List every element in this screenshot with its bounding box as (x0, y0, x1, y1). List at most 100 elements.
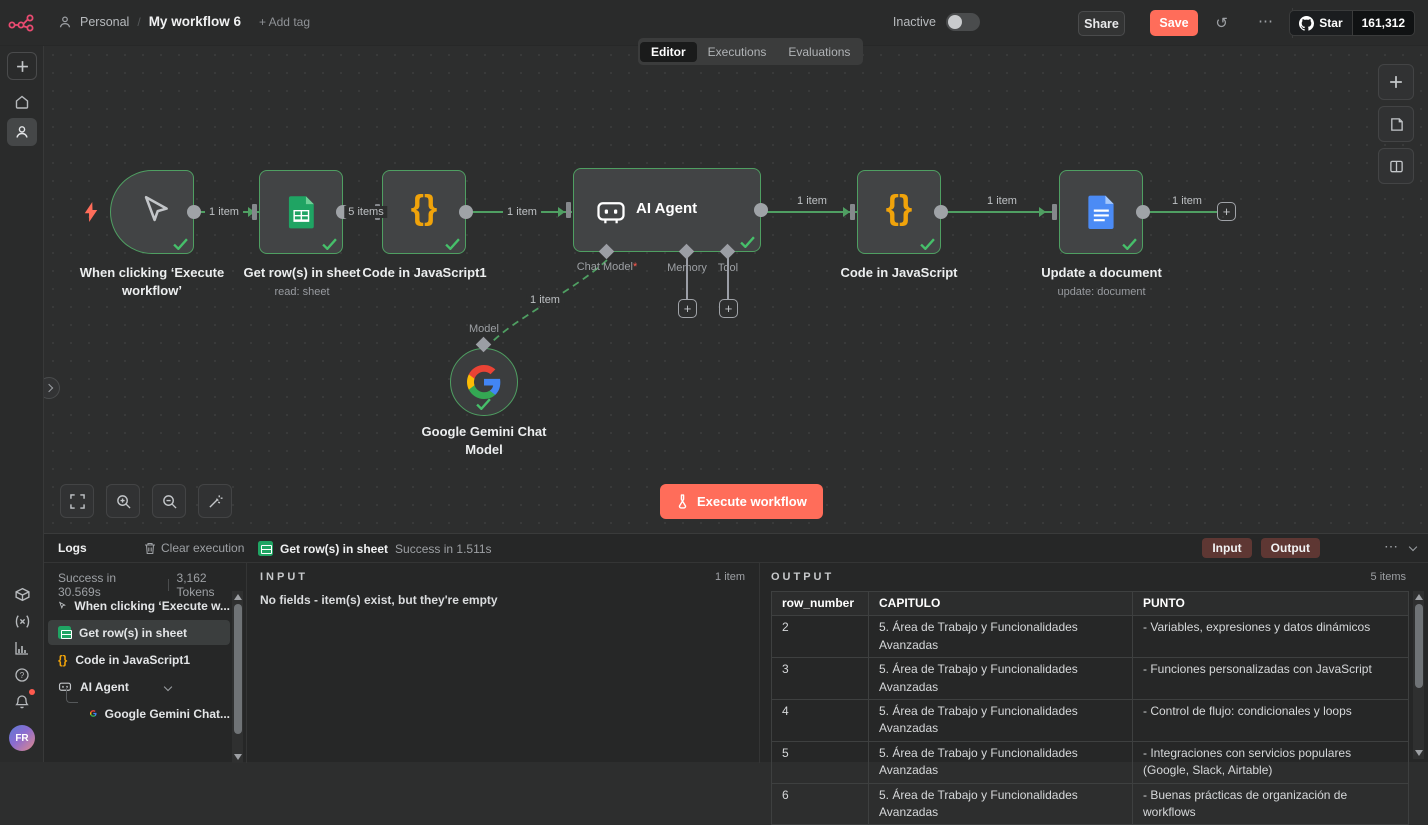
sidebar-item-insights[interactable] (7, 634, 37, 662)
logs-more-icon[interactable]: ⋯ (1384, 538, 1398, 555)
svg-text:?: ? (20, 671, 25, 680)
tab-editor[interactable]: Editor (640, 42, 697, 62)
output-header: OUTPUT (771, 571, 834, 583)
google-docs-icon (1087, 194, 1117, 230)
output-port[interactable] (459, 205, 473, 219)
add-tool-button[interactable]: + (719, 299, 738, 318)
split-panel-icon (1389, 159, 1404, 174)
scroll-up-arrow[interactable] (234, 594, 242, 600)
user-avatar[interactable]: FR (9, 725, 35, 751)
node-code2[interactable]: {} (857, 170, 941, 254)
scroll-up-arrow[interactable] (1415, 594, 1423, 600)
add-node-button[interactable] (1378, 64, 1414, 100)
table-row[interactable]: 2 5. Área de Trabajo y Funcionalidades A… (772, 616, 1409, 658)
output-port[interactable] (754, 203, 768, 217)
tab-evaluations[interactable]: Evaluations (777, 42, 861, 62)
output-table[interactable]: row_number CAPITULO PUNTO 2 5. Área de T… (771, 591, 1409, 825)
col-header-punto[interactable]: PUNTO (1133, 592, 1409, 616)
input-port[interactable] (252, 204, 257, 220)
workflow-canvas[interactable]: 1 item 5 items 1 item 1 item 1 item 1 it… (44, 46, 1428, 533)
table-row[interactable]: 5 5. Área de Trabajo y Funcionalidades A… (772, 741, 1409, 783)
sidebar-item-personal[interactable] (7, 118, 37, 146)
cursor-icon (139, 193, 173, 227)
workflow-title[interactable]: My workflow 6 (149, 14, 241, 29)
breadcrumb-project[interactable]: Personal (80, 15, 129, 29)
add-memory-button[interactable]: + (678, 299, 697, 318)
tree-item-get-rows[interactable]: Get row(s) in sheet (48, 620, 230, 645)
github-star-button[interactable]: Star (1289, 10, 1352, 36)
expand-panel-chevron[interactable] (44, 377, 60, 399)
node-update-document[interactable] (1059, 170, 1143, 254)
execute-workflow-button[interactable]: Execute workflow (660, 484, 823, 519)
zoom-in-button[interactable] (106, 484, 140, 518)
share-button[interactable]: Share (1078, 11, 1125, 36)
scroll-down-arrow[interactable] (234, 754, 242, 760)
output-panel: OUTPUT 5 items row_number CAPITULO PUNTO… (761, 563, 1428, 763)
fit-view-button[interactable] (60, 484, 94, 518)
add-workflow-button[interactable] (7, 52, 37, 80)
add-sticky-note-button[interactable] (1378, 106, 1414, 142)
clear-execution-button[interactable]: Clear execution (144, 541, 244, 555)
output-port[interactable] (187, 205, 201, 219)
tree-scrollbar[interactable] (232, 591, 243, 763)
output-port[interactable] (934, 205, 948, 219)
node-ai-agent[interactable]: AI Agent (573, 168, 761, 252)
col-header-row-number[interactable]: row_number (772, 592, 869, 616)
sidebar-item-templates[interactable] (7, 580, 37, 608)
edge-label: 1 item (503, 206, 541, 218)
summary-divider (168, 579, 169, 591)
tree-item-label: Code in JavaScript1 (75, 653, 190, 667)
flask-icon (676, 494, 689, 509)
table-row[interactable]: 4 5. Área de Trabajo y Funcionalidades A… (772, 699, 1409, 741)
collapse-logs-chevron[interactable] (1409, 543, 1417, 551)
robot-icon (596, 198, 626, 226)
sidebar-item-help[interactable]: ? (7, 661, 37, 689)
node-code1[interactable]: {} (382, 170, 466, 254)
input-toggle-button[interactable]: Input (1202, 538, 1251, 558)
table-row[interactable]: 6 5. Área de Trabajo y Funcionalidades A… (772, 783, 1409, 825)
google-sheets-mini-icon (58, 626, 71, 639)
scrollbar-thumb[interactable] (234, 604, 242, 734)
zoom-out-button[interactable] (152, 484, 186, 518)
table-header-row: row_number CAPITULO PUNTO (772, 592, 1409, 616)
node-trigger[interactable] (110, 170, 194, 254)
scrollbar-thumb[interactable] (1415, 604, 1423, 688)
save-button[interactable]: Save (1150, 10, 1198, 36)
history-icon[interactable]: ↺ (1215, 14, 1228, 32)
output-toggle-button[interactable]: Output (1261, 538, 1320, 558)
success-check-icon (173, 238, 188, 250)
active-toggle[interactable] (946, 13, 980, 31)
input-port[interactable] (1052, 204, 1057, 220)
github-star-widget[interactable]: Star 161,312 (1289, 10, 1415, 36)
table-row[interactable]: 3 5. Área de Trabajo y Funcionalidades A… (772, 658, 1409, 700)
chevron-right-icon (45, 384, 53, 392)
tree-item-trigger[interactable]: When clicking ‘Execute w... (48, 593, 230, 618)
scroll-down-arrow[interactable] (1415, 750, 1423, 756)
add-node-endpoint-button[interactable]: + (1217, 202, 1236, 221)
sidebar-item-overview[interactable] (7, 88, 37, 116)
input-count: 1 item (715, 571, 745, 583)
sidebar-item-variables[interactable] (7, 607, 37, 635)
input-port[interactable] (566, 202, 571, 218)
more-options-icon[interactable]: ⋯ (1258, 12, 1273, 30)
node-label-trigger: When clicking ‘Execute workflow’ (62, 264, 242, 299)
tree-item-code1[interactable]: {} Code in JavaScript1 (48, 647, 230, 672)
node-label-update: Update a document update: document (1034, 264, 1169, 299)
google-logo-icon (90, 707, 97, 720)
tidy-up-button[interactable] (198, 484, 232, 518)
open-panel-button[interactable] (1378, 148, 1414, 184)
output-scrollbar[interactable] (1413, 591, 1424, 759)
tree-item-label: When clicking ‘Execute w... (74, 599, 230, 613)
node-get-rows[interactable] (259, 170, 343, 254)
node-title: Get row(s) in sheet (243, 265, 360, 280)
input-port[interactable] (850, 204, 855, 220)
col-header-capitulo[interactable]: CAPITULO (869, 592, 1133, 616)
output-port[interactable] (1136, 205, 1150, 219)
chevron-down-icon[interactable] (164, 682, 172, 690)
success-check-icon (445, 238, 460, 250)
add-tag-button[interactable]: + Add tag (259, 15, 310, 29)
sidebar-item-notifications[interactable] (7, 688, 37, 716)
tree-item-gemini[interactable]: Google Gemini Chat... (48, 701, 230, 726)
tab-executions[interactable]: Executions (697, 42, 778, 62)
node-subtitle: read: sheet (238, 285, 366, 300)
